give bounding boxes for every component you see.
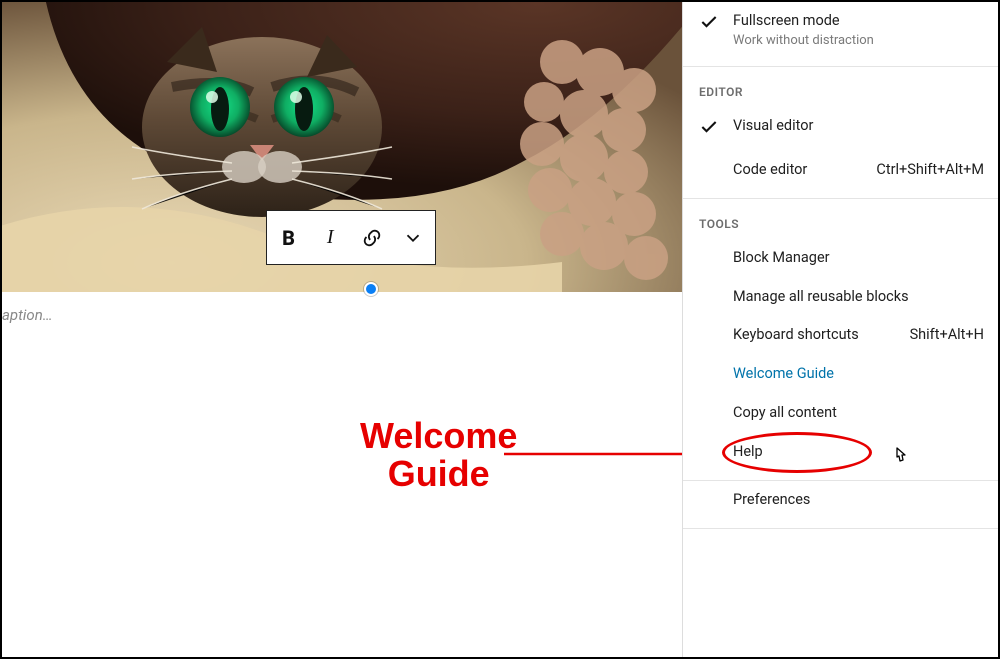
menu-item-label: Code editor — [733, 161, 866, 180]
link-button[interactable] — [352, 211, 392, 264]
options-menu: Fullscreen mode Work without distraction E… — [682, 2, 998, 657]
menu-item[interactable]: Block Manager — [683, 239, 998, 278]
editor-window: B I aption… Welcome Guide Fullscreen mod… — [0, 0, 1000, 659]
menu-group: Editor Visual editor Code editorCtrl+Shift… — [683, 67, 998, 199]
block-toolbar: B I — [266, 210, 436, 265]
more-button[interactable] — [393, 211, 433, 264]
menu-item-label: Block Manager — [733, 249, 984, 268]
menu-item[interactable]: Welcome Guide — [683, 355, 998, 394]
editor-canvas: B I aption… Welcome Guide — [2, 2, 682, 657]
menu-item-label: Copy all content — [733, 404, 984, 423]
menu-item[interactable]: Manage all reusable blocks — [683, 278, 998, 317]
menu-item-label: Visual editor — [733, 117, 984, 136]
menu-item-label: Welcome Guide — [733, 365, 984, 384]
menu-group-header: Tools — [683, 199, 998, 239]
menu-item[interactable]: Fullscreen mode Work without distraction — [683, 2, 998, 58]
check-icon — [699, 117, 733, 141]
chevron-down-icon — [402, 227, 424, 249]
menu-item-label: Keyboard shortcuts — [733, 326, 900, 345]
annotation-arrow — [504, 442, 712, 466]
annotation-label: Welcome Guide — [360, 417, 517, 493]
bold-button[interactable]: B — [269, 211, 309, 264]
menu-item[interactable]: Preferences — [683, 481, 998, 520]
link-icon — [361, 227, 383, 249]
resize-handle[interactable] — [364, 282, 378, 296]
menu-item[interactable]: Copy all content — [683, 394, 998, 433]
menu-item-label: Help — [733, 443, 984, 462]
menu-group: Fullscreen mode Work without distraction — [683, 2, 998, 67]
menu-group: Tools Block Manager Manage all reusable bl… — [683, 199, 998, 481]
menu-item[interactable]: Keyboard shortcutsShift+Alt+H — [683, 316, 998, 355]
menu-item[interactable]: Code editorCtrl+Shift+Alt+M — [683, 151, 998, 190]
menu-item[interactable]: Help — [683, 433, 998, 472]
italic-button[interactable]: I — [310, 211, 350, 264]
menu-item-label: Fullscreen mode — [733, 12, 984, 31]
check-icon — [699, 12, 733, 36]
menu-item[interactable]: Visual editor — [683, 107, 998, 151]
menu-group: Preferences — [683, 481, 998, 529]
menu-item-shortcut: Shift+Alt+H — [900, 326, 984, 343]
menu-item-label: Manage all reusable blocks — [733, 288, 984, 307]
menu-item-label: Preferences — [733, 491, 984, 510]
caption-placeholder[interactable]: aption… — [2, 306, 53, 324]
menu-group-header: Editor — [683, 67, 998, 107]
menu-item-shortcut: Ctrl+Shift+Alt+M — [866, 161, 984, 178]
menu-item-sublabel: Work without distraction — [733, 33, 984, 48]
